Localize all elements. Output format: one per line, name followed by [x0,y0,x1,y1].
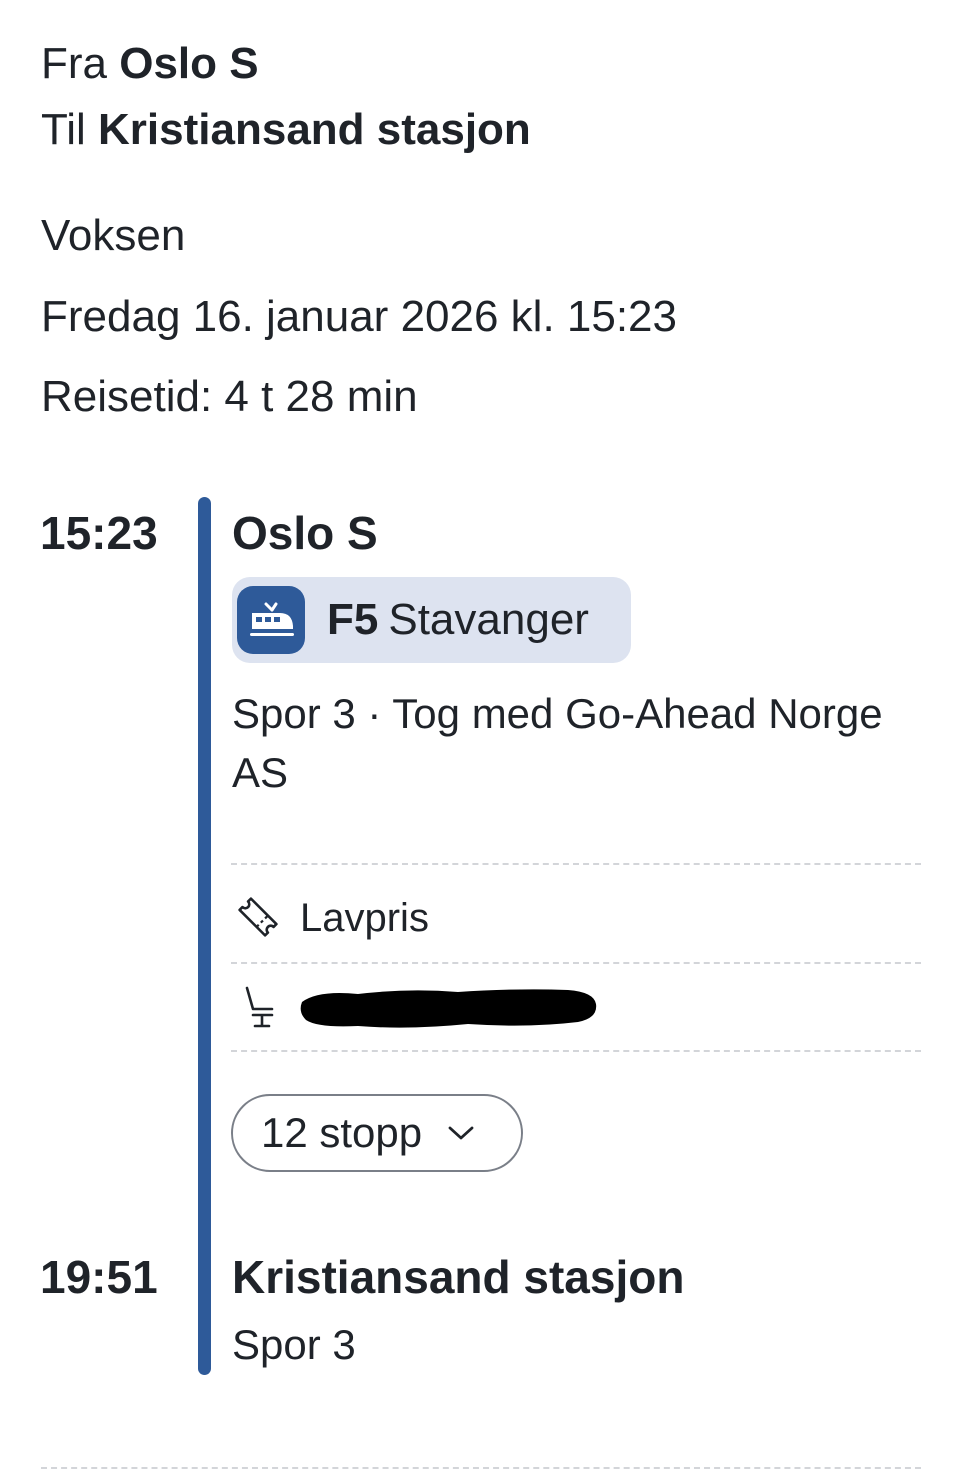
line-destination: Stavanger [388,595,589,644]
from-label: Fra [41,39,107,88]
fare-type: Lavpris [300,896,429,940]
to-station: Kristiansand stasjon [98,105,531,154]
line-code: F5 [327,595,379,644]
seat-info-redacted [298,984,598,1030]
to-label: Til [41,105,86,154]
stops-toggle-button[interactable]: 12 stopp [231,1094,523,1172]
departure-datetime: Fredag 16. januar 2026 kl. 15:23 [41,292,678,341]
ticket-icon [234,893,282,941]
from-station: Oslo S [119,39,259,88]
to-line: Til Kristiansand stasjon [41,108,531,152]
divider [231,1050,921,1052]
departure-station: Oslo S [232,507,378,559]
divider [231,962,921,964]
seat-icon [244,985,276,1029]
line-badge: F5 Stavanger [232,577,631,663]
departure-time: 15:23 [40,507,158,559]
chevron-down-icon [448,1126,474,1140]
divider [41,1467,921,1469]
passenger-type: Voksen [41,211,186,260]
stops-label: 12 stopp [261,1109,423,1156]
departure-platform-operator: Spor 3 · Tog med Go-Ahead Norge AS [232,690,883,796]
travel-duration: Reisetid: 4 t 28 min [41,372,418,421]
from-line: Fra Oslo S [41,42,259,86]
arrival-platform: Spor 3 [232,1321,356,1368]
arrival-station: Kristiansand stasjon [232,1251,685,1303]
arrival-time: 19:51 [40,1251,158,1303]
route-line [198,497,211,1375]
divider [231,863,921,865]
train-icon [237,586,305,654]
